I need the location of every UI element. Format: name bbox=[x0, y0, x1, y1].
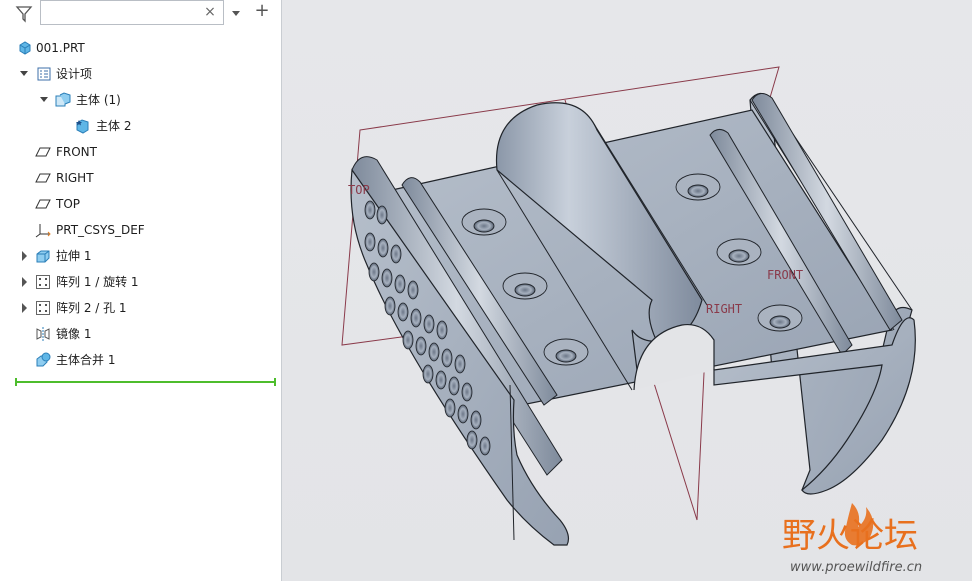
tree-item-root[interactable]: 001.PRT bbox=[0, 37, 281, 59]
tree-item-body-folder[interactable]: 主体 (1) bbox=[0, 89, 281, 111]
tree-item-front-plane[interactable]: FRONT bbox=[0, 141, 281, 163]
tree-item-label: 主体合并 1 bbox=[56, 353, 116, 367]
plane-label-front: FRONT bbox=[767, 268, 803, 282]
design-items-icon bbox=[36, 66, 52, 82]
extrude-icon bbox=[35, 248, 51, 264]
coordinate-system-icon bbox=[35, 222, 51, 238]
insert-here-marker[interactable] bbox=[15, 378, 276, 386]
body-icon bbox=[75, 118, 91, 134]
tree-item-label: RIGHT bbox=[56, 171, 94, 185]
body-folder-icon bbox=[55, 92, 71, 108]
tree-item-pattern-1[interactable]: 阵列 1 / 旋转 1 bbox=[0, 271, 281, 293]
tree-item-label: 镜像 1 bbox=[56, 327, 92, 341]
chevron-right-icon[interactable] bbox=[18, 245, 30, 267]
plane-label-right: RIGHT bbox=[706, 302, 742, 316]
tree-item-body[interactable]: 主体 2 bbox=[0, 115, 281, 137]
tree-item-pattern-2[interactable]: 阵列 2 / 孔 1 bbox=[0, 297, 281, 319]
tree-item-label: 拉伸 1 bbox=[56, 249, 92, 263]
chevron-right-icon[interactable] bbox=[18, 271, 30, 293]
watermark-title: 野火论坛 bbox=[782, 516, 918, 556]
tree-item-label: 主体 (1) bbox=[76, 93, 121, 107]
model-tree-panel: × + 001.PRT 设计项 主体 (1) 主体 2 FRONT RIGHT … bbox=[0, 0, 282, 581]
tree-item-extrude[interactable]: 拉伸 1 bbox=[0, 245, 281, 267]
datum-plane-icon bbox=[35, 170, 51, 186]
tree-item-label: 设计项 bbox=[56, 67, 93, 81]
graphics-viewport[interactable]: TOP FRONT RIGHT 野火论坛 www.proewildfire.cn bbox=[282, 0, 972, 581]
tree-item-body-merge[interactable]: 主体合并 1 bbox=[0, 349, 281, 371]
search-field[interactable]: × bbox=[40, 0, 224, 25]
chevron-down-icon[interactable] bbox=[229, 6, 243, 20]
datum-plane-icon bbox=[35, 196, 51, 212]
model-3d-view: TOP FRONT RIGHT bbox=[341, 66, 916, 546]
watermark-logo: 野火论坛 www.proewildfire.cn bbox=[782, 495, 972, 581]
close-icon[interactable]: × bbox=[203, 3, 217, 21]
tree-item-label: FRONT bbox=[56, 145, 97, 159]
tree-item-label: 001.PRT bbox=[36, 41, 85, 55]
tree-item-right-plane[interactable]: RIGHT bbox=[0, 167, 281, 189]
tree-item-mirror[interactable]: 镜像 1 bbox=[0, 323, 281, 345]
add-icon[interactable]: + bbox=[254, 2, 270, 20]
tree-item-csys[interactable]: PRT_CSYS_DEF bbox=[0, 219, 281, 241]
body-merge-icon bbox=[35, 352, 51, 368]
tree-item-label: TOP bbox=[56, 197, 81, 211]
tree-item-label: PRT_CSYS_DEF bbox=[56, 223, 145, 237]
search-input[interactable] bbox=[45, 2, 199, 25]
mirror-icon bbox=[35, 326, 51, 342]
tree-item-top-plane[interactable]: TOP bbox=[0, 193, 281, 215]
tree-item-label: 阵列 1 / 旋转 1 bbox=[56, 275, 139, 289]
pattern-icon bbox=[35, 274, 51, 290]
plane-label-top: TOP bbox=[348, 183, 370, 197]
pattern-icon bbox=[35, 300, 51, 316]
tree-item-label: 主体 2 bbox=[96, 119, 132, 133]
tree-item-design-items[interactable]: 设计项 bbox=[0, 63, 281, 85]
chevron-down-icon[interactable] bbox=[38, 89, 50, 111]
filter-icon[interactable] bbox=[14, 4, 34, 24]
datum-plane-icon bbox=[35, 144, 51, 160]
tree-item-label: 阵列 2 / 孔 1 bbox=[56, 301, 127, 315]
chevron-right-icon[interactable] bbox=[18, 297, 30, 319]
part-icon bbox=[17, 40, 33, 56]
model-tree-toolbar: × + bbox=[0, 0, 281, 28]
watermark-url: www.proewildfire.cn bbox=[790, 560, 922, 575]
chevron-down-icon[interactable] bbox=[18, 63, 30, 85]
